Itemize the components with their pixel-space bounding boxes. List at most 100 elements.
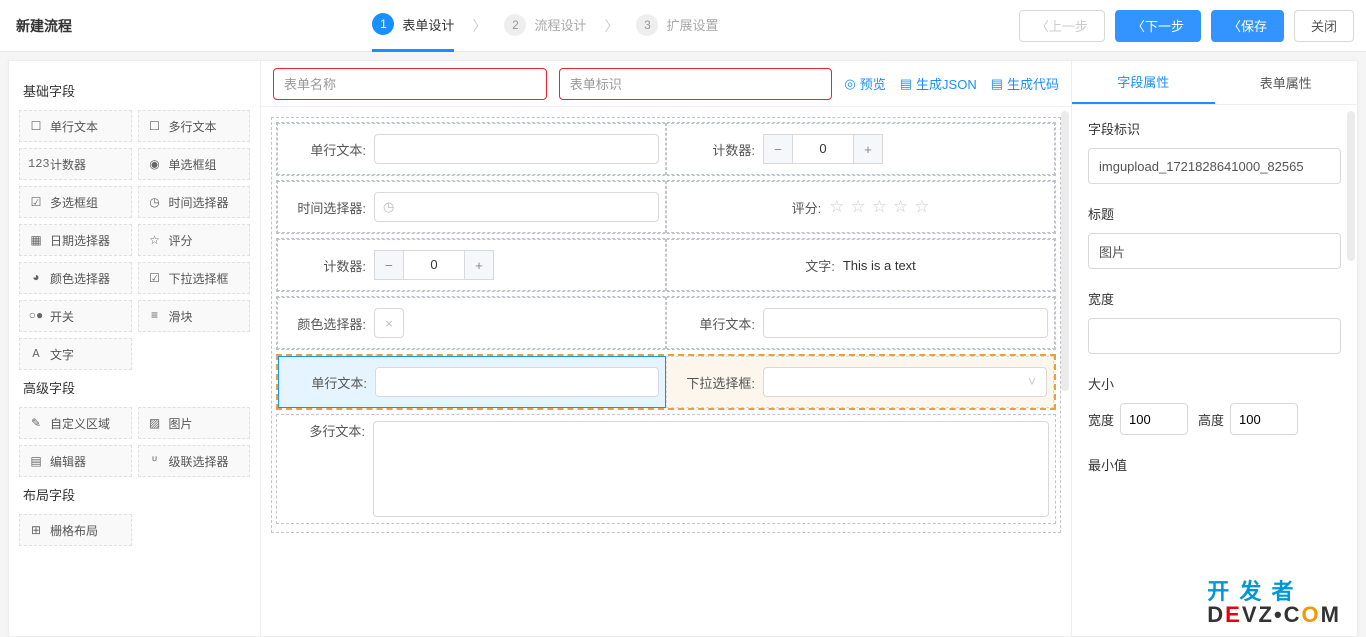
rating-input[interactable]: ☆ ☆ ☆ ☆ ☆	[829, 197, 929, 217]
prev-button[interactable]: 〈 上一步	[1019, 10, 1105, 42]
cell[interactable]: 单行文本:	[666, 297, 1055, 349]
step-number: 3	[636, 14, 658, 36]
text-input[interactable]	[375, 367, 659, 397]
scrollbar[interactable]	[1347, 111, 1355, 261]
text-input[interactable]	[763, 308, 1048, 338]
tab-field-props[interactable]: 字段属性	[1072, 61, 1215, 104]
row-6[interactable]: 多行文本:	[276, 414, 1056, 524]
star-icon[interactable]: ☆	[872, 197, 887, 217]
row-3[interactable]: 计数器: − 0 + 文字:This is a text	[276, 238, 1056, 292]
field-time[interactable]: ◷时间选择器	[138, 186, 251, 218]
section-title-layout: 布局字段	[19, 477, 250, 514]
star-icon[interactable]: ☆	[829, 197, 844, 217]
field-date[interactable]: ▦日期选择器	[19, 224, 132, 256]
row-2[interactable]: 时间选择器: ◷ 评分: ☆ ☆ ☆ ☆ ☆	[276, 180, 1056, 234]
field-slider[interactable]: ≡滑块	[138, 300, 251, 332]
size-height-input[interactable]	[1230, 403, 1298, 435]
prop-label: 宽度	[1088, 289, 1341, 308]
cell-selected[interactable]: 单行文本:	[278, 356, 666, 408]
number-value[interactable]: 0	[404, 250, 464, 280]
page-title: 新建流程	[12, 16, 72, 36]
field-color[interactable]: ◕颜色选择器	[19, 262, 132, 294]
label: 计数器:	[673, 140, 755, 159]
cell[interactable]: 颜色选择器:×	[277, 297, 666, 349]
section-title-advanced: 高级字段	[19, 370, 250, 407]
field-switch[interactable]: ○●开关	[19, 300, 132, 332]
step-extended-settings[interactable]: 3 扩展设置	[636, 14, 718, 38]
text-input[interactable]	[374, 134, 659, 164]
decrement-button[interactable]: −	[763, 134, 793, 164]
star-icon[interactable]: ☆	[850, 197, 865, 217]
star-icon[interactable]: ☆	[914, 197, 929, 217]
field-static-text[interactable]: A文字	[19, 338, 132, 370]
calendar-icon: ▦	[28, 233, 44, 248]
cell[interactable]: 文字:This is a text	[666, 239, 1055, 291]
width-input[interactable]	[1088, 318, 1341, 354]
field-image[interactable]: ▨图片	[138, 407, 251, 439]
close-icon[interactable]: ×	[385, 316, 393, 331]
layout-fields: ⊞栅格布局	[19, 514, 250, 546]
size-width-input[interactable]	[1120, 403, 1188, 435]
generate-json-link[interactable]: ▤生成JSON	[900, 74, 977, 93]
form-name-input[interactable]: 表单名称	[273, 68, 547, 100]
field-counter[interactable]: 123计数器	[19, 148, 132, 180]
label: 文字:	[805, 256, 835, 275]
star-icon[interactable]: ☆	[893, 197, 908, 217]
preview-link[interactable]: ◎预览	[844, 74, 885, 93]
prop-label: 大小	[1088, 374, 1341, 393]
code-icon: ▤	[991, 76, 1003, 92]
increment-button[interactable]: +	[853, 134, 883, 164]
cell[interactable]: 计数器: − 0 +	[277, 239, 666, 291]
number-input[interactable]: − 0 +	[763, 134, 883, 164]
row-5-selected[interactable]: 单行文本: 下拉选择框:	[276, 354, 1056, 410]
clock-icon: ◷	[147, 195, 163, 210]
chevron-right-icon: 〉	[472, 16, 486, 36]
save-button[interactable]: 〈 保存	[1211, 10, 1284, 42]
field-grid[interactable]: ⊞栅格布局	[19, 514, 132, 546]
field-custom[interactable]: ✎自定义区域	[19, 407, 132, 439]
field-textarea[interactable]: ☐多行文本	[138, 110, 251, 142]
field-cascader[interactable]: ᓑ级联选择器	[138, 445, 251, 477]
center-toolbar: 表单名称 表单标识 ◎预览 ▤生成JSON ▤生成代码	[261, 61, 1071, 107]
field-checkbox[interactable]: ☑多选框组	[19, 186, 132, 218]
center-panel: 表单名称 表单标识 ◎预览 ▤生成JSON ▤生成代码 单行文本: 计数器: −…	[261, 61, 1071, 636]
field-rating[interactable]: ☆评分	[138, 224, 251, 256]
color-input[interactable]: ×	[374, 308, 404, 338]
increment-button[interactable]: +	[464, 250, 494, 280]
close-button[interactable]: 关闭	[1294, 10, 1354, 42]
label: 单行文本:	[285, 373, 367, 392]
decrement-button[interactable]: −	[374, 250, 404, 280]
cell[interactable]: 时间选择器: ◷	[277, 181, 666, 233]
next-button[interactable]: 〈 下一步	[1115, 10, 1201, 42]
cell[interactable]: 评分: ☆ ☆ ☆ ☆ ☆	[666, 181, 1055, 233]
field-radio[interactable]: ◉单选框组	[138, 148, 251, 180]
main: 基础字段 ☐单行文本 ☐多行文本 123计数器 ◉单选框组 ☑多选框组 ◷时间选…	[8, 60, 1358, 637]
row-4[interactable]: 颜色选择器:× 单行文本:	[276, 296, 1056, 350]
cell[interactable]: 单行文本:	[277, 123, 666, 175]
step-form-design[interactable]: 1 表单设计	[372, 13, 454, 52]
number-input[interactable]: − 0 +	[374, 250, 494, 280]
title-input[interactable]	[1088, 233, 1341, 269]
number-value[interactable]: 0	[793, 134, 853, 164]
step-label: 表单设计	[402, 15, 454, 34]
row-1[interactable]: 单行文本: 计数器: − 0 +	[276, 122, 1056, 176]
field-id-input[interactable]	[1088, 148, 1341, 184]
field-editor[interactable]: ▤编辑器	[19, 445, 132, 477]
step-process-design[interactable]: 2 流程设计	[504, 14, 586, 38]
tab-form-props[interactable]: 表单属性	[1215, 61, 1358, 104]
label: 评分:	[792, 198, 822, 217]
form-id-input[interactable]: 表单标识	[559, 68, 833, 100]
step-number: 1	[372, 13, 394, 35]
textarea-input[interactable]	[373, 421, 1049, 517]
scrollbar[interactable]	[1061, 111, 1069, 391]
generate-code-link[interactable]: ▤生成代码	[991, 74, 1059, 93]
label: 时间选择器:	[284, 198, 366, 217]
size-height-label: 高度	[1198, 410, 1224, 429]
field-select[interactable]: ☑下拉选择框	[138, 262, 251, 294]
form-canvas[interactable]: 单行文本: 计数器: − 0 + 时间选择器: ◷	[261, 107, 1071, 636]
select-input[interactable]	[763, 367, 1047, 397]
time-input[interactable]: ◷	[374, 192, 659, 222]
cell[interactable]: 计数器: − 0 +	[666, 123, 1055, 175]
field-text[interactable]: ☐单行文本	[19, 110, 132, 142]
cell[interactable]: 下拉选择框:	[666, 356, 1054, 408]
